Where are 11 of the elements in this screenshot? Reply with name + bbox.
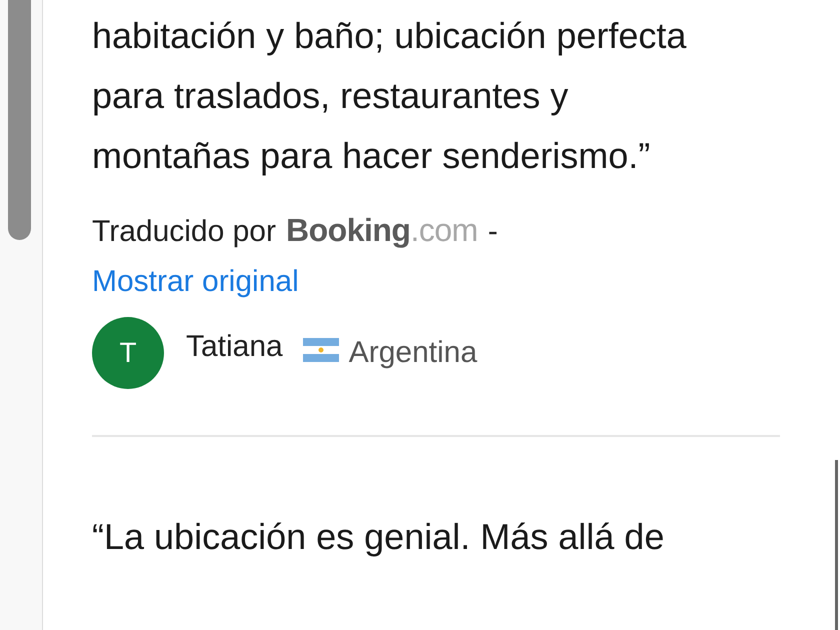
review-text: “La ubicación es genial. Más allá de [92,515,666,559]
booking-logo: Booking.com [286,212,478,249]
separator: - [488,215,498,249]
translation-note: Traducido por [92,215,276,249]
scrollbar-thumb[interactable] [8,0,31,240]
flag-icon [302,338,339,362]
avatar: T [92,317,164,389]
review-text: habitación y baño; ubicación perfecta para traslados, restaurantes y montañas para hacer senderismo.” [92,14,688,178]
author-name: Tatiana [186,330,283,364]
author-country: Argentina [348,336,478,370]
show-original-link[interactable]: Mostrar original [92,265,299,299]
